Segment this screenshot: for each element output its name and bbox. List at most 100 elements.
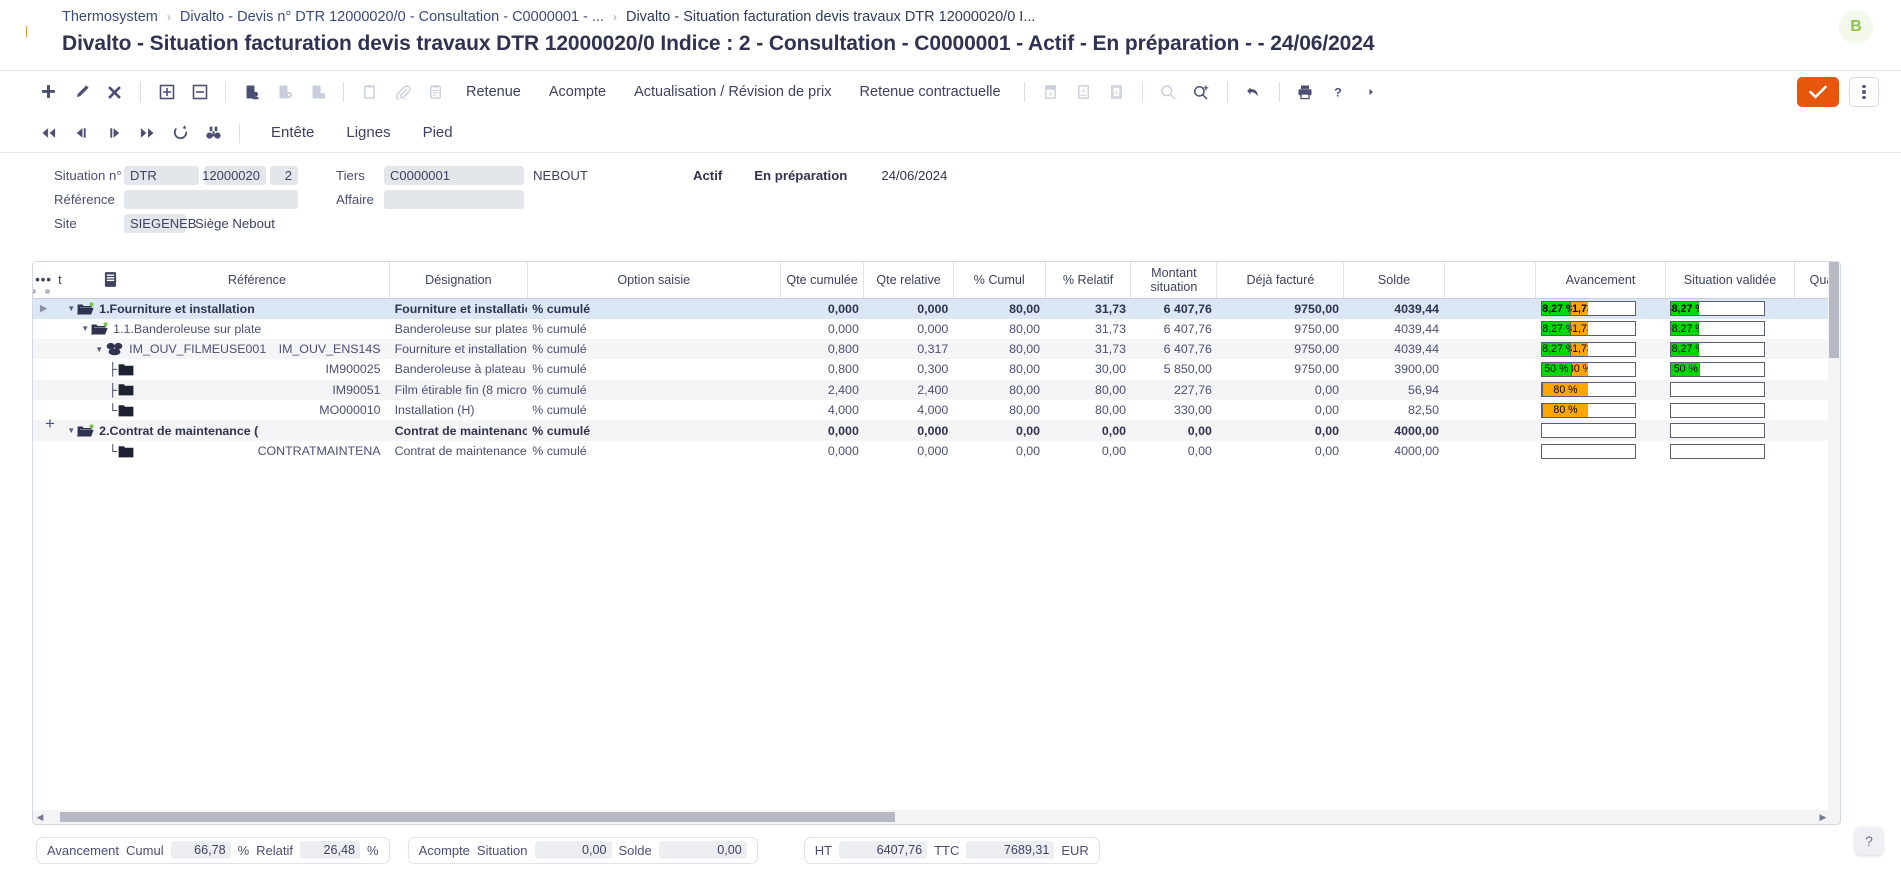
search-plus-icon[interactable] bbox=[1185, 76, 1218, 109]
cell-option-saisie[interactable]: % cumulé bbox=[527, 319, 780, 339]
cell-option-saisie[interactable]: % cumulé bbox=[527, 441, 780, 461]
cell-deja-facture[interactable]: 0,00 bbox=[1217, 400, 1344, 420]
row-selector-cell[interactable] bbox=[33, 441, 54, 461]
retenue-button[interactable]: Retenue bbox=[452, 84, 535, 100]
acompte-situation-value[interactable]: 0,00 bbox=[534, 841, 612, 859]
cell-solde[interactable]: 4039,44 bbox=[1343, 338, 1445, 360]
cell-montant-situation[interactable]: 330,00 bbox=[1131, 400, 1217, 420]
situation-validee-progress-bar[interactable]: 48,27 % bbox=[1670, 321, 1766, 337]
binoculars-search-icon[interactable] bbox=[197, 116, 230, 149]
refresh-icon[interactable] bbox=[164, 116, 197, 149]
cell-designation[interactable]: Contrat de maintenance matériel bbox=[390, 441, 528, 461]
breadcrumb-item-1[interactable]: Divalto - Devis n° DTR 12000020/0 - Cons… bbox=[180, 9, 604, 25]
cell-pct-relatif[interactable]: 0,00 bbox=[1045, 441, 1131, 461]
cell-solde[interactable]: 4000,00 bbox=[1344, 441, 1444, 461]
cell-montant-situation[interactable]: 0,00 bbox=[1131, 441, 1217, 461]
avancement-progress-bar[interactable]: 50 %30 % bbox=[1540, 361, 1636, 377]
cell-qte-relative[interactable]: 0,000 bbox=[864, 319, 953, 339]
cell-situation-validee[interactable] bbox=[1665, 441, 1794, 461]
table-row[interactable]: └ CONTRATMAINTENA Contrat de maintenance m… bbox=[33, 441, 1840, 461]
cell-option-saisie[interactable]: % cumulé bbox=[527, 298, 781, 319]
cell-designation[interactable]: Banderoleuse sur plateau tournant bbox=[390, 319, 528, 339]
col-deja-facture-header[interactable]: Déjà facturé bbox=[1216, 262, 1345, 299]
row-selector-cell[interactable] bbox=[33, 319, 54, 339]
row-selector-cell[interactable]: ▶ bbox=[33, 298, 55, 319]
cell-avancement[interactable]: 48,27 %31,73 bbox=[1535, 298, 1666, 319]
cell-montant-situation[interactable]: 227,76 bbox=[1130, 379, 1217, 401]
cell-solde[interactable]: 4039,44 bbox=[1343, 298, 1445, 319]
grid-vertical-scrollbar[interactable] bbox=[1828, 262, 1840, 824]
cell-deja-facture[interactable]: 9750,00 bbox=[1217, 319, 1344, 339]
scroll-left-icon[interactable]: ◀ bbox=[33, 812, 47, 823]
cell-avancement[interactable]: 48,27 %31,73 bbox=[1536, 319, 1665, 339]
delete-cross-icon[interactable] bbox=[98, 76, 131, 109]
tiers-code-field[interactable]: C0000001 bbox=[384, 166, 524, 185]
more-options-button[interactable] bbox=[1849, 77, 1879, 107]
expand-plus-box-icon[interactable] bbox=[150, 76, 183, 109]
print-icon[interactable] bbox=[1289, 76, 1322, 109]
previous-record-icon[interactable] bbox=[65, 116, 98, 149]
grid-horizontal-scrollbar[interactable]: ◀ ▶ bbox=[33, 810, 1830, 824]
cell-pct-relatif[interactable]: 80,00 bbox=[1045, 400, 1131, 420]
cell-situation-validee[interactable] bbox=[1665, 420, 1795, 441]
search-icon[interactable] bbox=[1152, 76, 1185, 109]
situation-type-field[interactable]: DTR bbox=[124, 166, 199, 185]
row-tree-cell[interactable]: ▼ 2.Contrat de maintenance ( bbox=[54, 420, 390, 441]
cell-qte-cumulee[interactable]: 4,000 bbox=[780, 400, 864, 420]
acompte-button[interactable]: Acompte bbox=[535, 84, 620, 100]
cell-situation-validee[interactable] bbox=[1665, 400, 1794, 420]
row-tree-cell[interactable]: ▼ IM_OUV_FILMEUSE001 IM_OUV_ENS14S bbox=[54, 338, 390, 360]
table-row[interactable]: ├ IM90051 Film étirable fin (8 microns)% c… bbox=[33, 379, 1840, 401]
cell-situation-validee[interactable]: 48,27 % bbox=[1665, 319, 1794, 339]
cell-qte-cumulee[interactable]: 0,000 bbox=[780, 298, 864, 319]
cell-situation-validee[interactable] bbox=[1665, 379, 1795, 401]
cell-montant-situation[interactable]: 6 407,76 bbox=[1131, 319, 1217, 339]
ht-value[interactable]: 6407,76 bbox=[839, 841, 928, 859]
cell-avancement[interactable] bbox=[1535, 420, 1666, 441]
add-line-button[interactable]: + bbox=[45, 414, 55, 434]
cell-deja-facture[interactable]: 0,00 bbox=[1217, 441, 1344, 461]
row-expand-caret[interactable]: ▼ bbox=[79, 324, 91, 333]
avancement-progress-bar[interactable]: 80 % bbox=[1540, 382, 1636, 398]
col-option-saisie-header[interactable]: Option saisie bbox=[527, 262, 781, 299]
cell-deja-facture[interactable]: 9750,00 bbox=[1217, 359, 1344, 379]
cell-pct-cumul[interactable]: 80,00 bbox=[953, 319, 1045, 339]
cell-deja-facture[interactable]: 0,00 bbox=[1216, 379, 1344, 401]
row-tree-cell[interactable]: └ MO000010 bbox=[54, 400, 389, 420]
breadcrumb-item-0[interactable]: Thermosystem bbox=[62, 9, 158, 25]
cell-qte-relative[interactable]: 0,300 bbox=[864, 359, 953, 379]
add-icon[interactable] bbox=[32, 76, 65, 109]
situation-validee-progress-bar[interactable] bbox=[1670, 423, 1766, 439]
cell-situation-validee[interactable]: 50 % bbox=[1665, 359, 1794, 379]
cell-qte-cumulee[interactable]: 0,000 bbox=[780, 441, 864, 461]
ttc-value[interactable]: 7689,31 bbox=[966, 841, 1055, 859]
cell-qte-relative[interactable]: 0,000 bbox=[863, 420, 954, 441]
cell-situation-validee[interactable]: 48,27 % bbox=[1665, 338, 1795, 360]
cell-avancement[interactable] bbox=[1536, 441, 1665, 461]
cell-pct-relatif[interactable]: 30,00 bbox=[1045, 359, 1131, 379]
avancement-progress-bar[interactable]: 48,27 %31,73 bbox=[1540, 321, 1636, 337]
situation-validee-progress-bar[interactable]: 48,27 % bbox=[1670, 301, 1766, 316]
actualisation-revision-prix-button[interactable]: Actualisation / Révision de prix bbox=[620, 84, 845, 100]
table-row[interactable]: ▼ 2.Contrat de maintenance (Contrat de ma… bbox=[33, 420, 1840, 441]
help-floating-button[interactable]: ? bbox=[1855, 827, 1883, 855]
cell-avancement[interactable]: 80 % bbox=[1536, 400, 1665, 420]
cell-pct-relatif[interactable]: 0,00 bbox=[1045, 420, 1131, 441]
situation-validee-progress-bar[interactable] bbox=[1670, 443, 1766, 459]
cell-option-saisie[interactable]: % cumulé bbox=[527, 400, 780, 420]
cell-avancement[interactable]: 48,27 %31,73 bbox=[1535, 338, 1666, 360]
cell-situation-validee[interactable]: 48,27 % bbox=[1665, 298, 1795, 319]
breadcrumb-item-2[interactable]: Divalto - Situation facturation devis tr… bbox=[626, 9, 1035, 25]
retenue-contractuelle-button[interactable]: Retenue contractuelle bbox=[846, 84, 1015, 100]
cell-solde[interactable]: 56,94 bbox=[1343, 379, 1445, 401]
cell-avancement[interactable]: 80 % bbox=[1535, 379, 1666, 401]
avancement-progress-bar[interactable] bbox=[1540, 443, 1636, 459]
undo-arrow-icon[interactable] bbox=[1237, 76, 1270, 109]
relatif-value[interactable]: 26,48 bbox=[300, 841, 361, 859]
row-tree-cell[interactable]: ▼ 1.Fourniture et installation bbox=[54, 298, 390, 319]
hscroll-thumb[interactable] bbox=[60, 812, 895, 822]
cell-qte-relative[interactable]: 4,000 bbox=[864, 400, 953, 420]
cell-designation[interactable]: Film étirable fin (8 microns) bbox=[389, 379, 528, 401]
cell-solde[interactable]: 3900,00 bbox=[1344, 359, 1444, 379]
col-avancement-header[interactable]: Avancement bbox=[1535, 262, 1666, 299]
